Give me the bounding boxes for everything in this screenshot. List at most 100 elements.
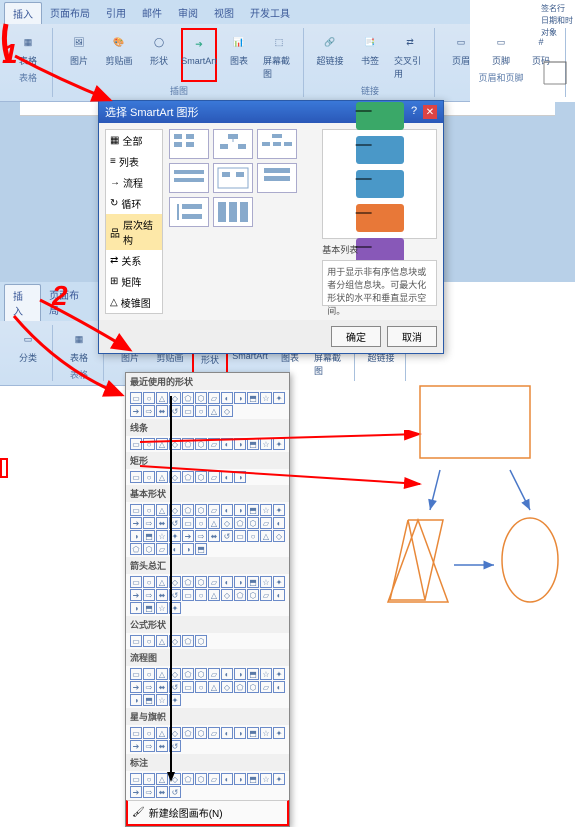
shape-option[interactable]: ◇ — [169, 392, 181, 404]
shape-option[interactable]: ⬡ — [195, 727, 207, 739]
shape-option[interactable]: ☆ — [260, 392, 272, 404]
shape-option[interactable]: ➔ — [182, 530, 194, 542]
shape-option[interactable]: ◑ — [234, 773, 246, 785]
shape-option[interactable]: ☆ — [260, 438, 272, 450]
shape-option[interactable]: ⬡ — [247, 681, 259, 693]
shape-option[interactable]: ◇ — [221, 589, 233, 601]
help-icon[interactable]: ? — [407, 105, 421, 119]
shape-option[interactable]: ↺ — [169, 405, 181, 417]
shape-option[interactable]: ☆ — [260, 727, 272, 739]
shape-option[interactable]: ⬒ — [247, 773, 259, 785]
thumb[interactable] — [257, 129, 297, 159]
shape-option[interactable]: ◇ — [221, 405, 233, 417]
thumb[interactable] — [213, 197, 253, 227]
shape-option[interactable]: ◇ — [169, 576, 181, 588]
tab-mail[interactable]: 邮件 — [134, 2, 170, 24]
shape-option[interactable]: ✦ — [273, 576, 285, 588]
cat-hierarchy[interactable]: 品层次结构 — [106, 214, 162, 250]
shape-option[interactable]: ◑ — [234, 727, 246, 739]
shape-option[interactable]: △ — [156, 635, 168, 647]
shape-option[interactable]: △ — [208, 405, 220, 417]
chart-button[interactable]: 📊图表 — [221, 28, 257, 82]
shape-option[interactable]: ○ — [143, 471, 155, 483]
shape-option[interactable]: ⬠ — [130, 543, 142, 555]
shape-option[interactable]: ⬠ — [182, 504, 194, 516]
shape-option[interactable]: ⬠ — [234, 589, 246, 601]
shape-option[interactable]: ◇ — [169, 727, 181, 739]
clipart-button[interactable]: 🎨剪贴画 — [101, 28, 137, 82]
shape-option[interactable]: △ — [156, 392, 168, 404]
shape-option[interactable]: ◇ — [169, 471, 181, 483]
thumb[interactable] — [169, 163, 209, 193]
shape-option[interactable]: ◑ — [234, 392, 246, 404]
shape-option[interactable]: ⬡ — [195, 635, 207, 647]
shape-option[interactable]: △ — [156, 438, 168, 450]
bookmark-button[interactable]: 📑书签 — [352, 28, 388, 82]
shape-option[interactable]: ▱ — [156, 543, 168, 555]
shape-option[interactable]: ▱ — [208, 576, 220, 588]
shape-option[interactable]: ○ — [143, 727, 155, 739]
shape-option[interactable]: △ — [208, 681, 220, 693]
shape-option[interactable]: ▱ — [208, 471, 220, 483]
shape-option[interactable]: ➔ — [130, 681, 142, 693]
shape-option[interactable]: ⬒ — [195, 543, 207, 555]
shape-option[interactable]: ⬡ — [195, 576, 207, 588]
shape-option[interactable]: △ — [208, 517, 220, 529]
shape-option[interactable]: ◇ — [169, 668, 181, 680]
shape-option[interactable]: ⬠ — [182, 576, 194, 588]
class-button[interactable]: ▭分类 — [10, 325, 46, 366]
shape-option[interactable]: ⬠ — [234, 681, 246, 693]
shape-option[interactable]: ⇨ — [143, 405, 155, 417]
tab-view[interactable]: 视图 — [206, 2, 242, 24]
shape-option[interactable]: ▱ — [208, 438, 220, 450]
shape-option[interactable]: ○ — [247, 530, 259, 542]
shape-option[interactable]: ▱ — [260, 589, 272, 601]
shape-option[interactable]: ◇ — [221, 681, 233, 693]
shape-option[interactable]: ⬌ — [156, 589, 168, 601]
shape-option[interactable]: ◇ — [169, 635, 181, 647]
shape-option[interactable]: ✦ — [169, 530, 181, 542]
shape-option[interactable]: ▭ — [130, 438, 142, 450]
thumb[interactable] — [213, 129, 253, 159]
thumb[interactable] — [213, 163, 253, 193]
shape-option[interactable]: ✦ — [273, 438, 285, 450]
shape-option[interactable]: ➔ — [130, 405, 142, 417]
header-button[interactable]: ▭页眉 — [443, 28, 479, 69]
shape-option[interactable]: ▱ — [208, 773, 220, 785]
thumb[interactable] — [169, 129, 209, 159]
shape-option[interactable]: ⬡ — [195, 438, 207, 450]
shape-option[interactable]: ⬡ — [195, 504, 207, 516]
smartart-button[interactable]: ➔SmartArt — [181, 28, 217, 82]
shape-option[interactable]: ➔ — [130, 589, 142, 601]
shape-option[interactable]: ⬡ — [195, 471, 207, 483]
cat-process[interactable]: →流程 — [106, 172, 162, 193]
shape-option[interactable]: ◐ — [221, 668, 233, 680]
tab-dev[interactable]: 开发工具 — [242, 2, 298, 24]
shape-option[interactable]: ⬒ — [247, 668, 259, 680]
shape-option[interactable]: ○ — [143, 392, 155, 404]
shape-option[interactable]: ◑ — [234, 668, 246, 680]
shape-option[interactable]: ○ — [195, 405, 207, 417]
shape-option[interactable]: ○ — [143, 504, 155, 516]
shape-option[interactable]: ◐ — [221, 727, 233, 739]
shape-option[interactable]: ⇨ — [143, 740, 155, 752]
new-canvas-button[interactable]: 🖌新建绘图画布(N) — [126, 800, 289, 826]
shape-option[interactable]: ⬠ — [182, 727, 194, 739]
shape-option[interactable]: ⬒ — [247, 392, 259, 404]
shape-option[interactable]: ◑ — [234, 504, 246, 516]
shape-option[interactable]: ○ — [195, 589, 207, 601]
cat-relation[interactable]: ⇄关系 — [106, 250, 162, 271]
shape-option[interactable]: ▱ — [260, 681, 272, 693]
shape-option[interactable]: ↺ — [169, 589, 181, 601]
shape-option[interactable]: ☆ — [260, 504, 272, 516]
shape-option[interactable]: ◇ — [221, 517, 233, 529]
shape-option[interactable]: ☆ — [156, 530, 168, 542]
shape-option[interactable]: △ — [156, 504, 168, 516]
ok-button[interactable]: 确定 — [331, 326, 381, 347]
shape-option[interactable]: △ — [208, 589, 220, 601]
shape-option[interactable]: ▭ — [182, 589, 194, 601]
shapes-button[interactable]: ◯形状 — [141, 28, 177, 82]
shape-option[interactable]: ✦ — [273, 392, 285, 404]
hyperlink-button[interactable]: 🔗超链接 — [312, 28, 348, 82]
shape-option[interactable]: ➔ — [130, 740, 142, 752]
